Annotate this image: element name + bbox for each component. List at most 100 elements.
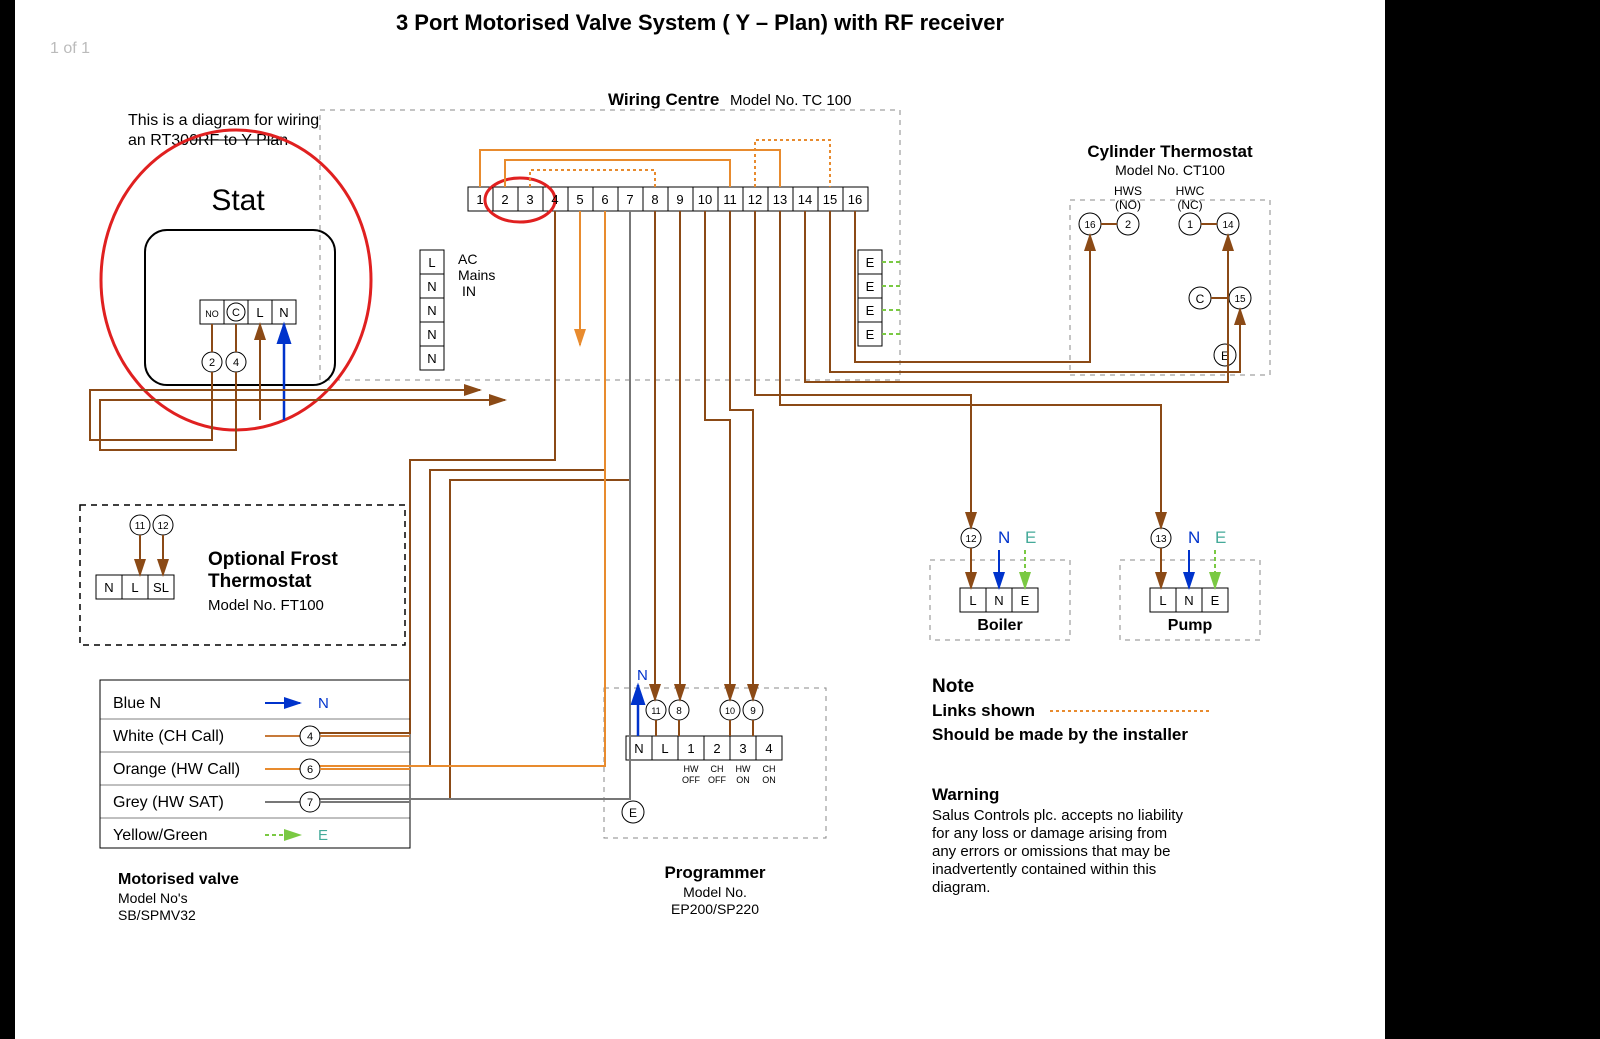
stat-intro1: This is a diagram for wiring (128, 112, 319, 129)
svg-text:13: 13 (1155, 534, 1167, 545)
svg-text:Cylinder Thermostat: Cylinder Thermostat (1087, 142, 1253, 161)
svg-text:inadvertently contained within: inadvertently contained within this (932, 861, 1156, 878)
note-block: Note Links shown Should be made by the i… (932, 676, 1210, 896)
svg-text:E: E (1215, 528, 1226, 547)
svg-text:2: 2 (713, 741, 720, 756)
page: 1 of 1 3 Port Motorised Valve System ( Y… (0, 0, 1600, 1039)
svg-text:E: E (866, 255, 875, 270)
svg-text:Motorised valve: Motorised valve (118, 871, 239, 888)
svg-text:C: C (232, 307, 240, 319)
svg-text:Boiler: Boiler (977, 617, 1022, 634)
svg-text:E: E (1021, 593, 1030, 608)
svg-text:N: N (637, 667, 648, 684)
svg-text:16: 16 (1084, 220, 1096, 231)
svg-text:L: L (256, 305, 263, 320)
svg-text:6: 6 (601, 192, 608, 207)
svg-text:Warning: Warning (932, 785, 999, 804)
svg-text:CH: CH (711, 764, 724, 774)
svg-text:SB/SPMV32: SB/SPMV32 (118, 907, 196, 923)
svg-text:L: L (969, 593, 976, 608)
svg-text:N: N (994, 593, 1003, 608)
svg-text:N: N (318, 695, 329, 712)
svg-text:N: N (1188, 528, 1200, 547)
svg-text:E: E (866, 279, 875, 294)
boiler: L N E Boiler 12 N E (930, 528, 1070, 640)
svg-text:diagram.: diagram. (932, 879, 990, 896)
svg-text:Pump: Pump (1168, 617, 1213, 634)
diagram-title: 3 Port Motorised Valve System ( Y – Plan… (396, 10, 1005, 35)
svg-text:Yellow/Green: Yellow/Green (113, 827, 208, 844)
svg-text:HW: HW (736, 764, 751, 774)
mv-rows: Blue N N White (CH Call) 4 Orange (HW Call) 6… (100, 695, 410, 844)
svg-text:7: 7 (307, 797, 313, 809)
svg-text:11: 11 (723, 192, 737, 207)
svg-text:NO: NO (205, 309, 219, 319)
stat-terminals: NO C L N (200, 300, 296, 324)
svg-text:12: 12 (965, 534, 977, 545)
svg-text:3: 3 (526, 192, 533, 207)
wiring-diagram: 3 Port Motorised Valve System ( Y – Plan… (0, 0, 1600, 1039)
svg-text:11: 11 (651, 706, 660, 716)
svg-text:E: E (1211, 593, 1220, 608)
svg-text:9: 9 (750, 706, 756, 717)
svg-text:4: 4 (233, 357, 239, 369)
svg-text:10: 10 (725, 706, 735, 716)
svg-text:2: 2 (1125, 219, 1131, 231)
svg-text:AC: AC (458, 251, 477, 267)
svg-text:1: 1 (476, 192, 483, 207)
svg-text:15: 15 (1234, 294, 1246, 305)
svg-text:E: E (629, 806, 637, 820)
svg-text:6: 6 (307, 764, 313, 776)
wiring-centre-heading: Wiring Centre (608, 90, 719, 109)
svg-text:E: E (318, 827, 328, 844)
svg-text:7: 7 (626, 192, 633, 207)
svg-text:5: 5 (576, 192, 583, 207)
svg-text:Model No. CT100: Model No. CT100 (1115, 162, 1225, 178)
svg-text:Orange (HW Call): Orange (HW Call) (113, 761, 240, 778)
svg-text:E: E (1025, 528, 1036, 547)
svg-text:E: E (866, 303, 875, 318)
wires-orange (300, 140, 830, 766)
wires-earth (882, 262, 900, 334)
svg-text:Mains: Mains (458, 267, 495, 283)
svg-text:Blue N: Blue N (113, 695, 161, 712)
svg-text:OFF: OFF (708, 775, 726, 785)
stat-label: Stat (211, 184, 265, 217)
svg-text:L: L (131, 580, 138, 595)
svg-text:HW: HW (684, 764, 699, 774)
svg-text:8: 8 (651, 192, 658, 207)
svg-text:N: N (427, 279, 436, 294)
svg-text:ON: ON (762, 775, 776, 785)
svg-text:Links shown: Links shown (932, 701, 1035, 720)
svg-text:N: N (1184, 593, 1193, 608)
svg-text:1: 1 (687, 741, 694, 756)
svg-text:13: 13 (773, 192, 787, 207)
svg-text:4: 4 (307, 731, 313, 743)
svg-text:C: C (1196, 292, 1205, 306)
svg-text:Note: Note (932, 676, 974, 697)
svg-text:White (CH Call): White (CH Call) (113, 728, 224, 745)
svg-text:N: N (634, 741, 643, 756)
pump: L N E Pump 13 N E (1120, 528, 1260, 640)
svg-text:for any loss or damage arising: for any loss or damage arising from (932, 825, 1167, 842)
svg-text:N: N (998, 528, 1010, 547)
svg-text:OFF: OFF (682, 775, 700, 785)
svg-text:1: 1 (1187, 219, 1193, 231)
svg-text:IN: IN (462, 283, 476, 299)
svg-text:L: L (661, 741, 668, 756)
svg-text:15: 15 (823, 192, 837, 207)
svg-text:(NO): (NO) (1115, 198, 1141, 212)
svg-text:12: 12 (748, 192, 762, 207)
svg-text:HWS: HWS (1114, 184, 1142, 198)
svg-text:8: 8 (676, 706, 682, 717)
svg-text:N: N (279, 305, 288, 320)
svg-text:4: 4 (551, 192, 558, 207)
svg-text:L: L (1159, 593, 1166, 608)
svg-text:10: 10 (698, 192, 712, 207)
wiring-centre-model: Model No. TC 100 (730, 92, 851, 109)
svg-text:any errors or omissions that m: any errors or omissions that may be (932, 843, 1170, 860)
svg-text:4: 4 (765, 741, 772, 756)
svg-text:E: E (866, 327, 875, 342)
svg-text:Programmer: Programmer (664, 863, 765, 882)
svg-text:Model No.: Model No. (683, 884, 747, 900)
